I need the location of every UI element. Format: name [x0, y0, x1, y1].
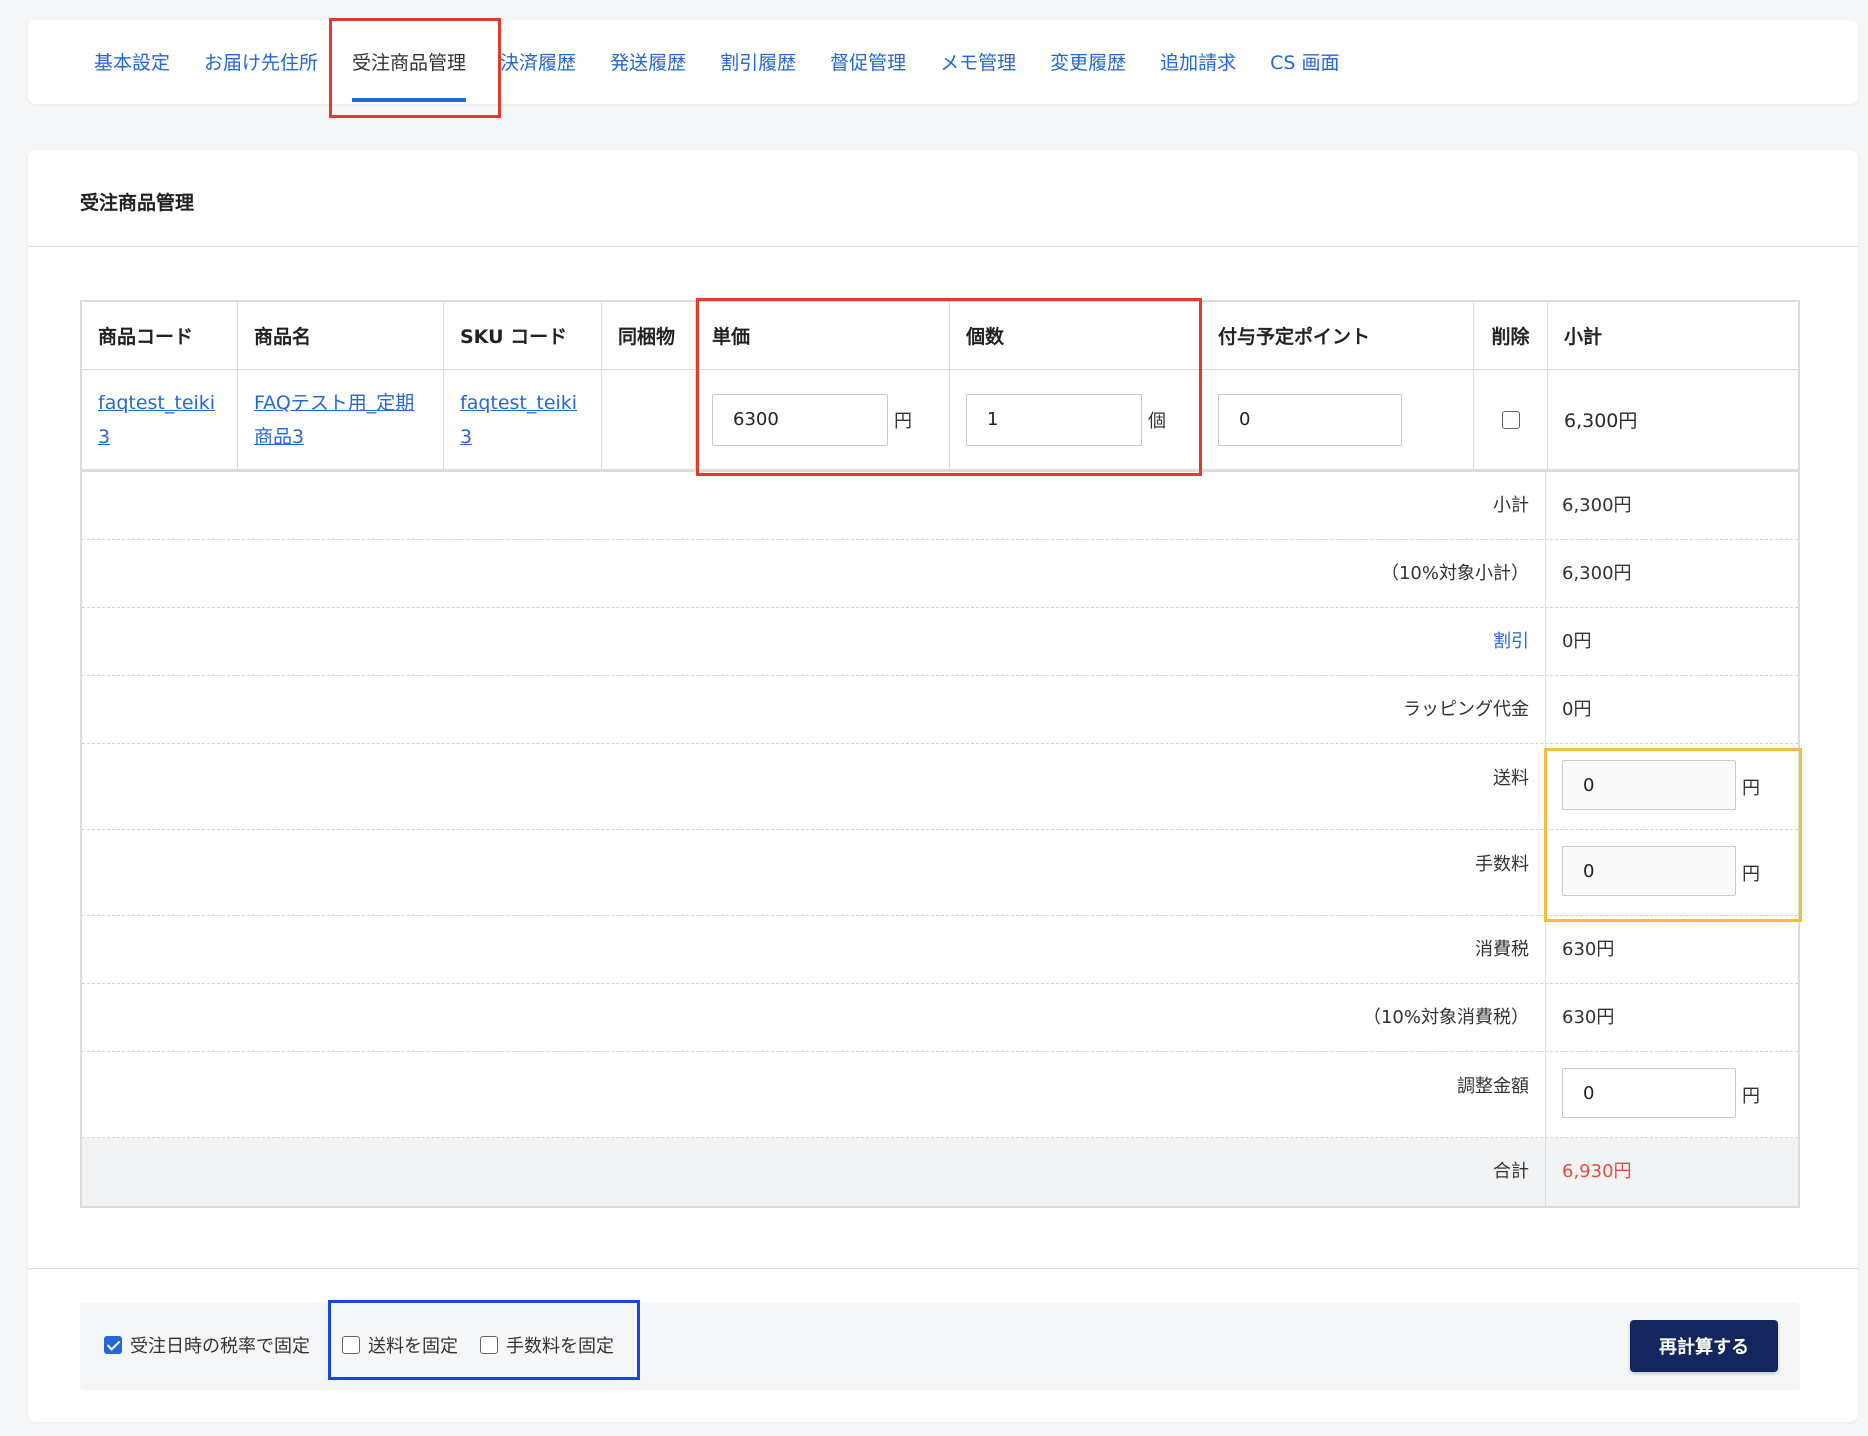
tab-basic-settings[interactable]: 基本設定 — [94, 48, 170, 75]
product-name-cell: FAQテスト用_定期 商品3 — [238, 370, 444, 469]
tax-value: 630円 — [1562, 939, 1615, 960]
product-code-link[interactable]: faqtest_teiki 3 — [98, 386, 215, 454]
header-product-name: 商品名 — [238, 302, 444, 369]
summary-discount-row: 割引 0円 — [82, 608, 1798, 676]
delete-cell — [1474, 370, 1548, 469]
adjust-input[interactable]: 0 — [1562, 1068, 1736, 1118]
title-divider — [28, 246, 1858, 247]
tax-base-label: （10%対象小計） — [82, 540, 1546, 607]
tab-change-history[interactable]: 変更履歴 — [1050, 48, 1126, 75]
tab-bar: 基本設定 お届け先住所 受注商品管理 決済履歴 発送履歴 割引履歴 督促管理 メ… — [28, 20, 1858, 104]
fix-tax-checkbox[interactable] — [104, 1336, 122, 1354]
tab-additional-billing[interactable]: 追加請求 — [1160, 48, 1236, 75]
sku-link[interactable]: faqtest_teiki 3 — [460, 386, 577, 454]
wrapping-label: ラッピング代金 — [82, 676, 1546, 743]
discount-value: 0円 — [1562, 631, 1592, 652]
tab-memo[interactable]: メモ管理 — [940, 48, 1016, 75]
adjust-label: 調整金額 — [82, 1052, 1546, 1137]
summary-wrapping-row: ラッピング代金 0円 — [82, 676, 1798, 744]
product-name-link[interactable]: FAQテスト用_定期 商品3 — [254, 386, 414, 454]
subtotal-label: 小計 — [82, 472, 1546, 539]
recalculate-button[interactable]: 再計算する — [1630, 1320, 1778, 1372]
header-points: 付与予定ポイント — [1202, 302, 1474, 369]
summary-shipping-row: 送料 0 円 — [82, 744, 1798, 830]
tab-delivery-address[interactable]: お届け先住所 — [204, 48, 318, 75]
section-title: 受注商品管理 — [80, 192, 195, 214]
price-quantity-highlight-box — [696, 298, 1202, 476]
adjust-cell: 0 円 — [1546, 1052, 1798, 1137]
total-value: 6,930円 — [1562, 1161, 1632, 1182]
wrapping-value: 0円 — [1562, 699, 1592, 720]
active-tab-highlight-box — [329, 18, 501, 118]
fix-options-highlight-box — [328, 1300, 640, 1380]
header-subtotal: 小計 — [1564, 326, 1603, 348]
points-input[interactable]: 0 — [1218, 393, 1402, 446]
points-cell: 0 — [1202, 370, 1474, 469]
shipping-fee-highlight-box — [1544, 748, 1802, 922]
item-subtotal: 6,300円 — [1564, 410, 1638, 432]
tax10-label: （10%対象消費税） — [82, 984, 1546, 1051]
sku-cell: faqtest_teiki 3 — [444, 370, 602, 469]
fee-label: 手数料 — [82, 830, 1546, 915]
tab-shipping-history[interactable]: 発送履歴 — [610, 48, 686, 75]
tax-base-value: 6,300円 — [1562, 563, 1632, 584]
subtotal-value: 6,300円 — [1562, 495, 1632, 516]
adjust-unit: 円 — [1742, 1086, 1760, 1107]
summary-adjust-row: 調整金額 0 円 — [82, 1052, 1798, 1138]
tab-list: 基本設定 お届け先住所 受注商品管理 決済履歴 発送履歴 割引履歴 督促管理 メ… — [94, 48, 1374, 102]
tab-discount-history[interactable]: 割引履歴 — [720, 48, 796, 75]
summary-fee-row: 手数料 0 円 — [82, 830, 1798, 916]
product-code-cell: faqtest_teiki 3 — [82, 370, 238, 469]
discount-link[interactable]: 割引 — [1493, 631, 1529, 652]
tax-label: 消費税 — [82, 916, 1546, 983]
tax10-value: 630円 — [1562, 1007, 1615, 1028]
fix-tax-option[interactable]: 受注日時の税率で固定 — [104, 1332, 310, 1358]
header-sku-code: SKU コード — [444, 302, 602, 369]
footer-divider — [28, 1268, 1858, 1269]
discount-cell: 割引 — [82, 608, 1546, 675]
summary-tax-base-row: （10%対象小計） 6,300円 — [82, 540, 1798, 608]
bundle-cell — [602, 370, 696, 469]
tab-dunning[interactable]: 督促管理 — [830, 48, 906, 75]
fix-tax-label: 受注日時の税率で固定 — [130, 1336, 310, 1357]
summary-tax10-row: （10%対象消費税） 630円 — [82, 984, 1798, 1052]
tab-payment-history[interactable]: 決済履歴 — [500, 48, 576, 75]
summary-subtotal-row: 小計 6,300円 — [82, 472, 1798, 540]
summary-total-row: 合計 6,930円 — [82, 1138, 1798, 1206]
shipping-label: 送料 — [82, 744, 1546, 829]
tab-cs-screen[interactable]: CS 画面 — [1270, 48, 1339, 75]
header-delete: 削除 — [1474, 302, 1548, 369]
total-label: 合計 — [82, 1138, 1546, 1206]
delete-checkbox[interactable] — [1501, 410, 1520, 429]
header-bundle: 同梱物 — [602, 302, 696, 369]
summary-tax-row: 消費税 630円 — [82, 916, 1798, 984]
header-product-code: 商品コード — [82, 302, 238, 369]
